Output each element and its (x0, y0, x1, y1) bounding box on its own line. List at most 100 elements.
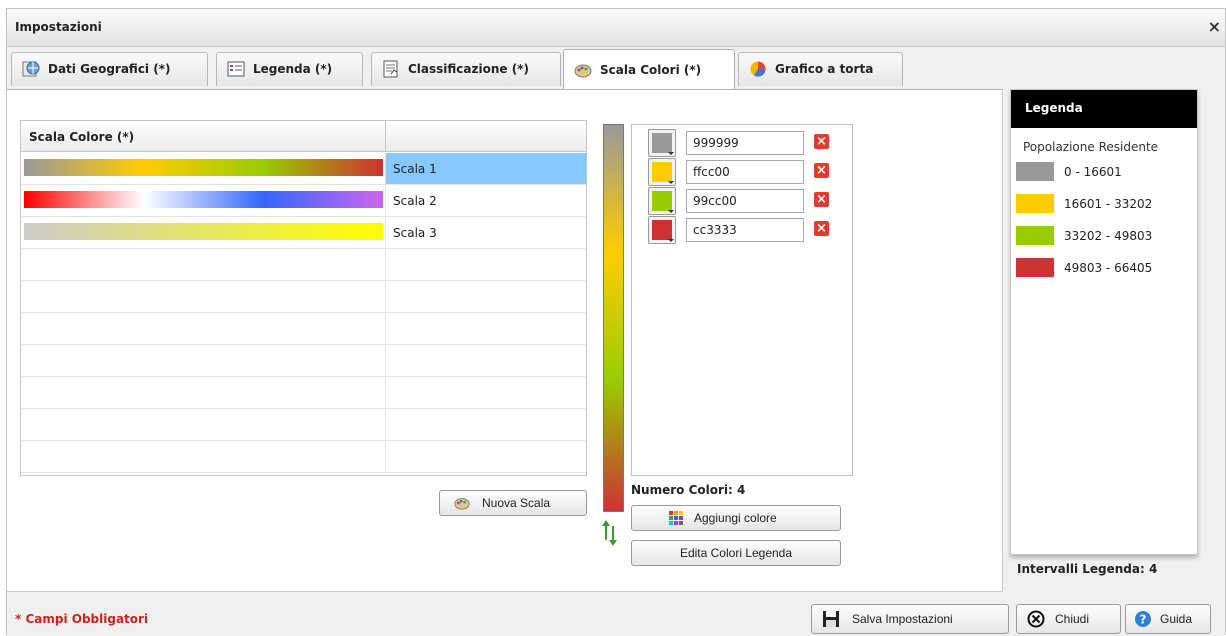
scale-gradient-preview (24, 159, 383, 176)
tab-scala-colori[interactable]: Scala Colori (*) (563, 49, 735, 89)
legend-item-label: 0 - 16601 (1064, 165, 1122, 179)
color-swatch (652, 133, 672, 153)
legend-swatch (1016, 162, 1054, 181)
add-color-label: Aggiungi colore (694, 511, 777, 525)
table-row (21, 441, 586, 473)
tab-label: Scala Colori (*) (600, 63, 702, 77)
table-row[interactable]: Scala 3 (21, 217, 586, 249)
legend-item-label: 33202 - 49803 (1064, 229, 1153, 243)
classification-icon (383, 60, 398, 78)
tab-label: Dati Geografici (*) (48, 62, 171, 76)
color-picker-button[interactable] (648, 216, 676, 244)
table-row (21, 281, 586, 313)
legend-item-label: 16601 - 33202 (1064, 197, 1153, 211)
table-row[interactable]: Scala 2 (21, 185, 586, 217)
palette-icon (574, 64, 592, 78)
color-hex-input[interactable] (686, 189, 804, 213)
color-picker-button[interactable] (648, 129, 676, 157)
help-icon: ? (1135, 611, 1151, 627)
table-row (21, 345, 586, 377)
scale-gradient-preview (24, 223, 383, 240)
tab-legenda[interactable]: Legenda (*) (216, 52, 363, 86)
legend-item: 0 - 16601 (1016, 162, 1196, 184)
floppy-disk-icon (823, 611, 839, 627)
dropdown-arrow-icon (668, 152, 674, 155)
tab-dati-geografici[interactable]: Dati Geografici (*) (11, 52, 208, 86)
color-picker-button[interactable] (648, 158, 676, 186)
close-circle-icon (1027, 610, 1045, 628)
legend-item: 16601 - 33202 (1016, 194, 1196, 216)
color-count-value: 4 (737, 483, 746, 497)
save-settings-label: Salva Impostazioni (852, 612, 953, 626)
color-row: × (648, 158, 848, 186)
scale-gradient-cell (21, 249, 386, 280)
scale-gradient-cell (21, 217, 386, 248)
intervals-count: 4 (1148, 562, 1158, 576)
scale-gradient-cell (21, 441, 386, 472)
new-scale-label: Nuova Scala (482, 496, 551, 510)
color-hex-input[interactable] (686, 160, 804, 184)
scale-name: Scala 1 (393, 162, 437, 176)
tab-panel-scala-colori: Scala Colore (*) Scala 1 Scala 2 Scala 3 N… (7, 89, 1003, 592)
tab-label: Grafico a torta (775, 62, 874, 76)
tab-classificazione[interactable]: Classificazione (*) (371, 52, 561, 86)
dropdown-arrow-icon (668, 181, 674, 184)
table-row[interactable]: Scala 1 (21, 153, 586, 185)
tab-label: Legenda (*) (253, 62, 333, 76)
color-row: × (648, 216, 848, 244)
tab-grafico-a-torta[interactable]: Grafico a torta (738, 52, 903, 86)
legend-item: 33202 - 49803 (1016, 226, 1196, 248)
legend-swatch (1016, 258, 1054, 277)
svg-text:?: ? (1140, 613, 1147, 627)
scale-gradient-cell (21, 281, 386, 312)
tab-label: Classificazione (*) (408, 62, 529, 76)
color-swatch (652, 191, 672, 211)
delete-color-icon[interactable]: × (814, 221, 829, 236)
swap-arrows-icon[interactable] (601, 518, 619, 548)
palette-icon (454, 498, 470, 510)
color-picker-button[interactable] (648, 187, 676, 215)
dropdown-arrow-icon (668, 239, 674, 242)
column-header-scala-colore: Scala Colore (*) (29, 130, 135, 144)
column-divider (385, 121, 386, 152)
legend-swatch (1016, 194, 1054, 213)
color-list: × × × × (631, 124, 853, 476)
legend-item-label: 49803 - 66405 (1064, 261, 1153, 275)
scale-gradient-cell (21, 313, 386, 344)
color-scale-grid: Scala Colore (*) Scala 1 Scala 2 Scala 3 (20, 120, 587, 476)
title-bar: Impostazioni × (7, 9, 1225, 47)
color-hex-input[interactable] (686, 218, 804, 242)
close-button[interactable]: Chiudi (1016, 604, 1121, 634)
color-swatch (652, 220, 672, 240)
color-hex-input[interactable] (686, 131, 804, 155)
delete-color-icon[interactable]: × (814, 134, 829, 149)
color-swatch (652, 162, 672, 182)
save-settings-button[interactable]: Salva Impostazioni (811, 604, 1009, 634)
table-row (21, 377, 586, 409)
new-scale-button[interactable]: Nuova Scala (439, 490, 587, 516)
help-button[interactable]: ? Guida (1125, 604, 1211, 634)
color-grid-icon (669, 511, 683, 525)
grid-header: Scala Colore (*) (21, 121, 586, 152)
window-title: Impostazioni (15, 20, 102, 34)
pie-chart-icon (750, 61, 766, 77)
edit-legend-colors-button[interactable]: Edita Colori Legenda (631, 540, 841, 566)
scale-gradient-cell (21, 409, 386, 440)
close-icon[interactable]: × (1208, 17, 1221, 36)
add-color-button[interactable]: Aggiungi colore (631, 505, 841, 531)
table-row (21, 249, 586, 281)
close-label: Chiudi (1055, 612, 1090, 626)
help-label: Guida (1160, 612, 1193, 626)
legend-item: 49803 - 66405 (1016, 258, 1196, 280)
delete-color-icon[interactable]: × (814, 192, 829, 207)
scale-gradient-cell (21, 345, 386, 376)
color-scale-preview-bar (603, 124, 624, 512)
scale-gradient-cell (21, 377, 386, 408)
scale-gradient-preview (24, 191, 383, 208)
scale-name: Scala 3 (393, 226, 437, 240)
color-count: Numero Colori: 4 (631, 483, 745, 497)
delete-color-icon[interactable]: × (814, 163, 829, 178)
legend-subtitle: Popolazione Residente (1023, 140, 1159, 154)
legend-intervals: Intervalli Legenda: 4 (1017, 562, 1157, 576)
legend-panel: Legenda Popolazione Residente 0 - 16601 1… (1010, 89, 1198, 555)
